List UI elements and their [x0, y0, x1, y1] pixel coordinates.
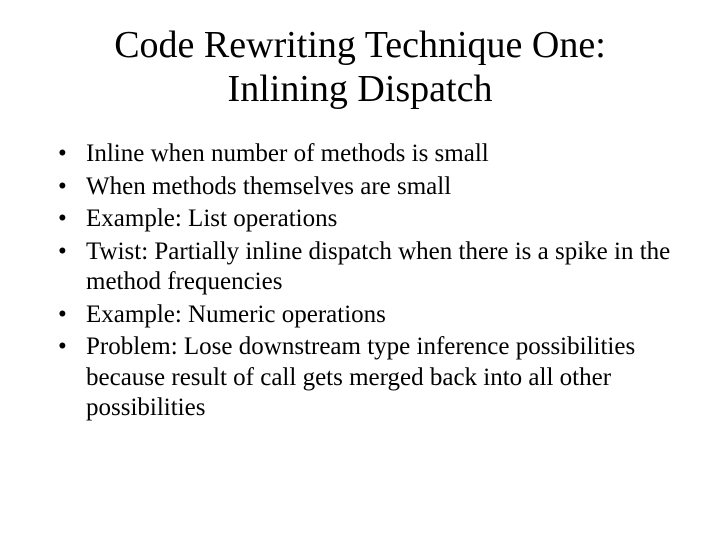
list-item: Example: List operations	[58, 204, 674, 235]
bullet-text: Example: Numeric operations	[86, 301, 386, 328]
bullet-list: Inline when number of methods is small W…	[40, 139, 680, 424]
bullet-text: Twist: Partially inline dispatch when th…	[86, 238, 670, 296]
slide: Code Rewriting Technique One: Inlining D…	[0, 0, 720, 540]
list-item: Inline when number of methods is small	[58, 139, 674, 170]
list-item: Twist: Partially inline dispatch when th…	[58, 237, 674, 298]
list-item: Problem: Lose downstream type inference …	[58, 332, 674, 424]
list-item: Example: Numeric operations	[58, 300, 674, 331]
bullet-text: Problem: Lose downstream type inference …	[86, 333, 635, 421]
bullet-text: When methods themselves are small	[86, 173, 451, 200]
list-item: When methods themselves are small	[58, 172, 674, 203]
bullet-text: Inline when number of methods is small	[86, 140, 489, 167]
slide-title: Code Rewriting Technique One: Inlining D…	[40, 24, 680, 111]
title-line-2: Inlining Dispatch	[228, 68, 493, 110]
title-line-1: Code Rewriting Technique One:	[114, 24, 606, 66]
bullet-text: Example: List operations	[86, 205, 337, 232]
